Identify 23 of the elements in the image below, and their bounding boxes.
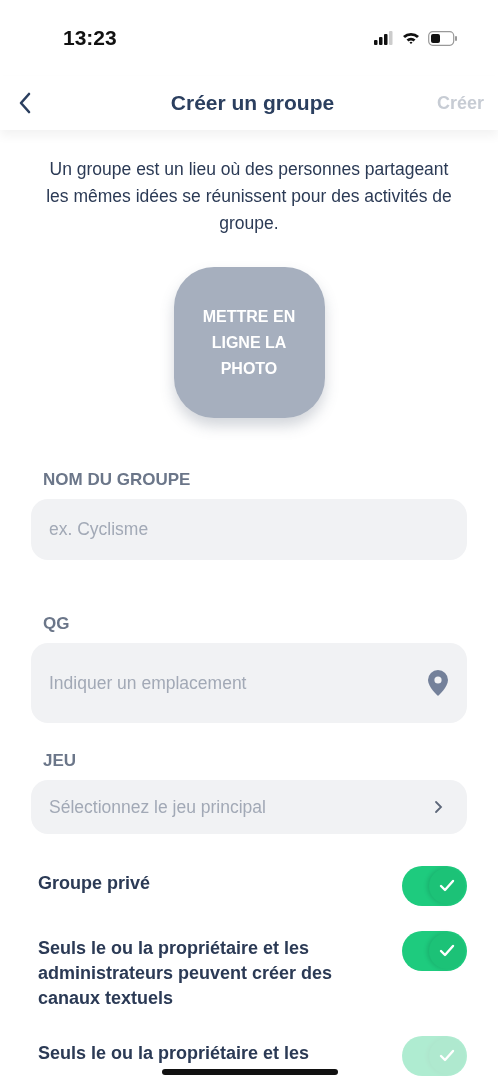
- status-time: 13:23: [63, 26, 117, 50]
- toggle-label: Seuls le ou la propriétaire et les: [38, 1042, 310, 1065]
- toggle-label: Groupe privé: [38, 872, 151, 895]
- intro-text: Un groupe est un lieu où des personnes partageant les mêmes idées se réunissent pour des activités de groupe.: [46, 158, 452, 235]
- wifi-icon: [402, 31, 420, 45]
- signal-icon: [374, 31, 394, 45]
- field-label: QG: [43, 614, 71, 634]
- toggle-switch[interactable]: [402, 866, 467, 906]
- battery-icon: [428, 30, 458, 46]
- toggle-label: Seuls le ou la propriétaire et les administrateurs peuvent créer des canaux textuels: [38, 937, 334, 1010]
- location-pin-icon: [427, 669, 449, 697]
- field-label: NOM DU GROUPE: [43, 470, 192, 490]
- upload-photo-button[interactable]: METTRE EN LIGNE LA PHOTO: [173, 267, 325, 418]
- check-icon: [439, 1049, 455, 1063]
- input-field[interactable]: ex. Cyclisme: [31, 499, 467, 560]
- select-field[interactable]: Sélectionnez le jeu principal: [31, 780, 467, 834]
- check-icon: [439, 944, 455, 958]
- toggle-switch[interactable]: [402, 931, 467, 971]
- check-icon: [439, 879, 455, 893]
- field-label: JEU: [43, 751, 78, 771]
- location-field[interactable]: Indiquer un emplacement: [31, 643, 467, 723]
- chevron-right-icon: [434, 800, 443, 814]
- page-title: Créer un groupe: [170, 91, 335, 115]
